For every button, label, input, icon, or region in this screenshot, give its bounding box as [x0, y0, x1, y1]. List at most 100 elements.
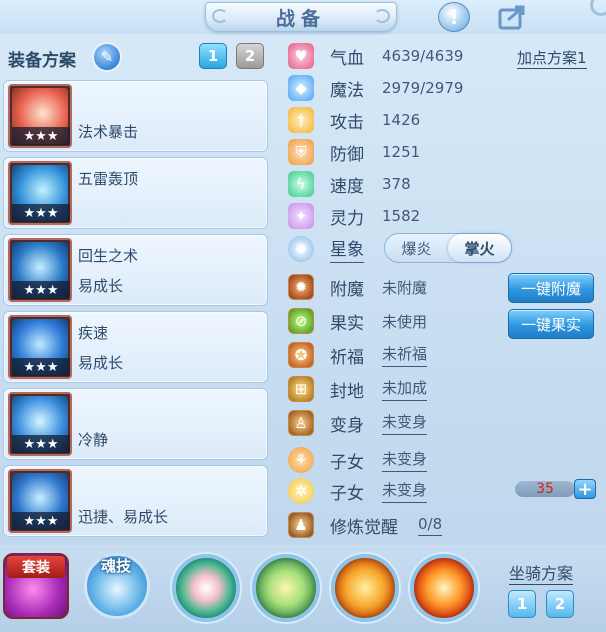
- title-plate: 战备: [205, 2, 397, 32]
- equip-plan-label: 装备方案: [8, 51, 76, 71]
- star-rating: ★★★: [12, 435, 70, 453]
- stat-row-speed: ϟ 速度 378: [288, 170, 411, 198]
- stat-row-fief: ⊞ 封地 未加成: [288, 375, 428, 403]
- stat-value: 1582: [382, 207, 421, 225]
- stat-value: 378: [382, 175, 411, 193]
- star-sign-option-1[interactable]: 爆炎: [385, 234, 448, 262]
- stat-row-mp: ◆ 魔法 2979/2979: [288, 74, 463, 102]
- stat-row-blessing: ✪ 祈福 未祈福: [288, 341, 428, 369]
- equip-plan-tab-2[interactable]: 2: [236, 43, 264, 69]
- equip-skill-secondary: 迅捷、易成长: [78, 508, 169, 526]
- equip-card-1[interactable]: ★★★ 法术暴击: [3, 80, 268, 152]
- plus-icon[interactable]: +: [574, 479, 596, 500]
- stat-row-hp: ♥ 气血 4639/4639: [288, 42, 463, 70]
- soul-skill-label: 魂技: [100, 557, 131, 575]
- stat-value: 1426: [382, 111, 421, 129]
- speed-icon: ϟ: [288, 171, 314, 197]
- mount-plan-tab-1[interactable]: 1: [508, 590, 536, 618]
- stat-value: 未附魔: [382, 278, 428, 297]
- share-icon[interactable]: [496, 4, 530, 30]
- stat-row-attack: † 攻击 1426: [288, 106, 420, 134]
- star-sign-label[interactable]: 星象: [330, 235, 364, 263]
- stat-name: 魔法: [330, 80, 364, 101]
- equip-skill-secondary: 冷静: [78, 431, 109, 449]
- equipment-icon: ★★★: [8, 84, 72, 148]
- ornament-slot-2[interactable]: [252, 554, 320, 622]
- stat-name: 修炼觉醒: [330, 517, 398, 538]
- equip-plan-tab-1[interactable]: 1: [199, 43, 227, 69]
- child-level-slider[interactable]: 35: [515, 481, 575, 497]
- stat-name: 防御: [330, 144, 364, 165]
- equip-card-4[interactable]: ★★★ 疾速 易成长: [3, 311, 268, 383]
- equip-card-2[interactable]: ★★★ 五雷轰顶: [3, 157, 268, 229]
- star-sign-icon: ✺: [288, 236, 314, 262]
- stat-name: 速度: [330, 176, 364, 197]
- cultivation-icon: ♟: [288, 512, 314, 538]
- exclamation-icon[interactable]: !: [438, 2, 470, 32]
- equipment-icon: ★★★: [8, 315, 72, 379]
- stat-name: 祈福: [330, 347, 364, 368]
- heart-icon: ♥: [288, 43, 314, 69]
- stat-row-transform: ♙ 变身 未变身: [288, 409, 428, 437]
- stat-value: 未使用: [382, 312, 428, 331]
- equip-card-5[interactable]: ★★★ 冷静: [3, 388, 268, 460]
- equip-skill-primary: 疾速: [78, 324, 109, 342]
- equip-skill-secondary: 法术暴击: [78, 123, 139, 141]
- stat-value[interactable]: 未祈福: [382, 343, 428, 367]
- transform-icon: ♙: [288, 410, 314, 436]
- stat-name: 灵力: [330, 208, 364, 229]
- stat-value[interactable]: 0/8: [418, 515, 443, 536]
- fief-icon: ⊞: [288, 376, 314, 402]
- stat-name: 子女: [330, 452, 364, 473]
- stat-row-child-1: ⚘ 子女 未变身: [288, 446, 428, 474]
- ornament-right: [374, 9, 390, 23]
- stat-value: 1251: [382, 143, 421, 161]
- stat-row-star-sign: ✺ 星象: [288, 235, 364, 263]
- equip-card-6[interactable]: ★★★ 迅捷、易成长: [3, 465, 268, 537]
- add-point-plan-link[interactable]: 加点方案1: [517, 47, 587, 69]
- stat-value[interactable]: 未加成: [382, 377, 428, 401]
- stat-name: 攻击: [330, 112, 364, 133]
- equipment-icon: ★★★: [8, 238, 72, 302]
- equipment-icon: ★★★: [8, 392, 72, 456]
- star-rating: ★★★: [12, 281, 70, 299]
- stat-row-fruit: ⊘ 果实 未使用: [288, 307, 427, 335]
- sword-icon: †: [288, 107, 314, 133]
- stat-row-defense: ⛨ 防御 1251: [288, 138, 420, 166]
- edit-pencil-icon[interactable]: ✎: [92, 42, 122, 72]
- child-icon: ✲: [288, 478, 314, 504]
- one-click-fruit-button[interactable]: 一键果实: [508, 309, 594, 339]
- mount-plan-label[interactable]: 坐骑方案: [509, 560, 574, 585]
- ornament-slot-3[interactable]: [331, 554, 399, 622]
- stat-row-enchant: ✹ 附魔 未附魔: [288, 273, 427, 301]
- star-sign-option-2[interactable]: 掌火: [448, 234, 511, 262]
- equipment-icon: ★★★: [8, 161, 72, 225]
- page-title: 战备: [275, 7, 326, 30]
- star-rating: ★★★: [12, 127, 70, 145]
- suit-label: 套装: [7, 556, 65, 578]
- spirit-icon: ✦: [288, 203, 314, 229]
- star-sign-toggle[interactable]: 爆炎 掌火: [384, 233, 512, 263]
- stat-value[interactable]: 未变身: [382, 479, 428, 503]
- mount-plan-tab-2[interactable]: 2: [546, 590, 574, 618]
- star-rating: ★★★: [12, 204, 70, 222]
- stat-value: 2979/2979: [382, 79, 464, 97]
- stat-name: 附魔: [330, 279, 364, 300]
- stat-row-spirit: ✦ 灵力 1582: [288, 202, 420, 230]
- one-click-enchant-button[interactable]: 一键附魔: [508, 273, 594, 303]
- ornament-left: [212, 9, 228, 23]
- equipment-icon: ★★★: [8, 469, 72, 533]
- mana-icon: ◆: [288, 75, 314, 101]
- stat-value[interactable]: 未变身: [382, 448, 428, 472]
- ornament-slot-4[interactable]: [410, 554, 478, 622]
- equip-card-3[interactable]: ★★★ 回生之术 易成长: [3, 234, 268, 306]
- equip-skill-primary: 回生之术: [78, 247, 139, 265]
- star-rating: ★★★: [12, 512, 70, 530]
- equip-skill-secondary: 易成长: [78, 277, 124, 295]
- stat-name: 子女: [330, 483, 364, 504]
- ornament-slot-1[interactable]: [172, 554, 240, 622]
- fruit-icon: ⊘: [288, 308, 314, 334]
- shield-icon: ⛨: [288, 139, 314, 165]
- equip-skill-primary: 五雷轰顶: [78, 170, 139, 188]
- stat-value[interactable]: 未变身: [382, 411, 428, 435]
